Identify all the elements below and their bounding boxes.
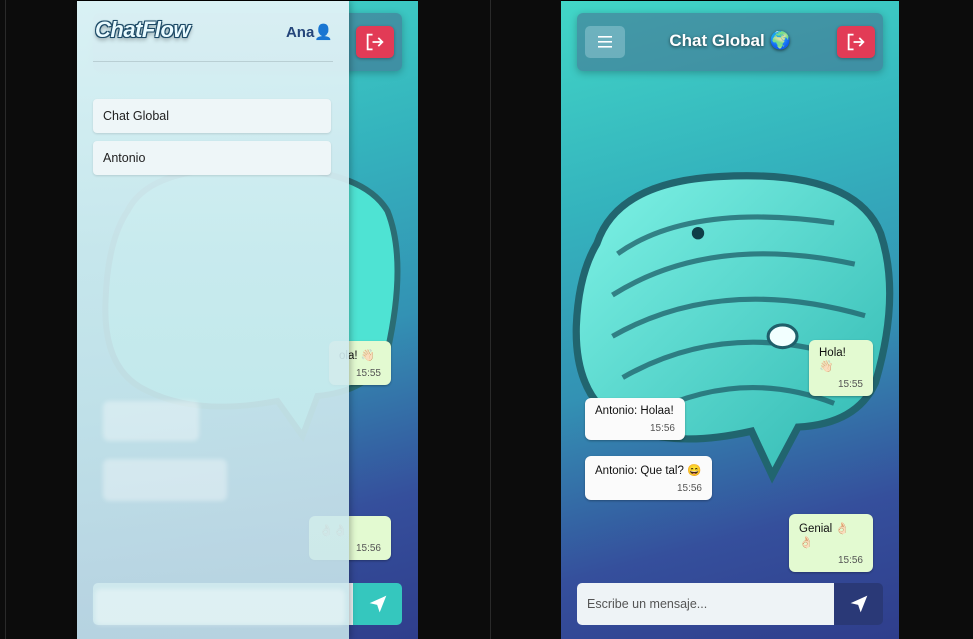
gutter-edge xyxy=(5,0,6,639)
message-input[interactable] xyxy=(577,583,834,625)
send-button[interactable] xyxy=(353,583,402,625)
chat-header: Chat Global 🌍 xyxy=(577,13,883,71)
message-bubble-mine: Genial 👌🏻👌🏻 15:56 xyxy=(789,514,873,572)
right-gutter xyxy=(899,0,973,639)
logout-icon xyxy=(366,33,384,51)
logout-icon xyxy=(847,33,865,51)
message-time: 15:56 xyxy=(676,483,702,494)
message-time: 15:55 xyxy=(837,379,863,390)
left-gutter xyxy=(0,0,77,639)
message-bubble-other: Antonio: Holaa! 15:56 xyxy=(585,398,685,440)
message-time: 15:56 xyxy=(649,423,675,434)
blurred-bubble xyxy=(103,401,199,441)
sidebar-item-label: Chat Global xyxy=(103,109,170,123)
sidebar-item-chat-global[interactable]: Chat Global xyxy=(93,99,331,133)
message-time: 15:56 xyxy=(837,555,863,566)
current-user[interactable]: Ana👤 xyxy=(286,23,333,41)
phone-screen-chat: Chat Global 🌍 Hola! 👋🏻 15:55 Antonio: Ho… xyxy=(561,1,899,639)
logout-button[interactable] xyxy=(356,26,394,58)
blurred-input xyxy=(95,589,345,625)
sidebar-divider xyxy=(93,61,333,62)
app-logo: ChatFlow xyxy=(95,17,191,42)
sidebar-item-antonio[interactable]: Antonio xyxy=(93,141,331,175)
sidebar-item-label: Antonio xyxy=(103,151,146,165)
message-text: Hola! 👋🏻 xyxy=(819,347,846,373)
logout-button[interactable] xyxy=(837,26,875,58)
message-bubble-other: Antonio: Que tal? 😄 15:56 xyxy=(585,456,712,500)
send-button[interactable] xyxy=(834,583,883,625)
chat-swirl-logo xyxy=(572,172,894,484)
user-icon: 👤 xyxy=(314,24,333,41)
sidebar: ChatFlow Ana👤 Chat Global Antonio xyxy=(77,1,349,639)
message-bubble-mine: Hola! 👋🏻 15:55 xyxy=(809,340,873,396)
message-text: Antonio: Holaa! xyxy=(595,405,674,417)
message-composer xyxy=(577,583,883,625)
send-icon xyxy=(369,595,386,613)
send-icon xyxy=(850,595,867,613)
blurred-bubble xyxy=(103,459,227,501)
user-name: Ana xyxy=(285,24,315,41)
middle-divider xyxy=(490,0,491,639)
message-text: Antonio: Que tal? 😄 xyxy=(595,465,702,477)
message-text: Genial 👌🏻👌🏻 xyxy=(799,523,850,549)
